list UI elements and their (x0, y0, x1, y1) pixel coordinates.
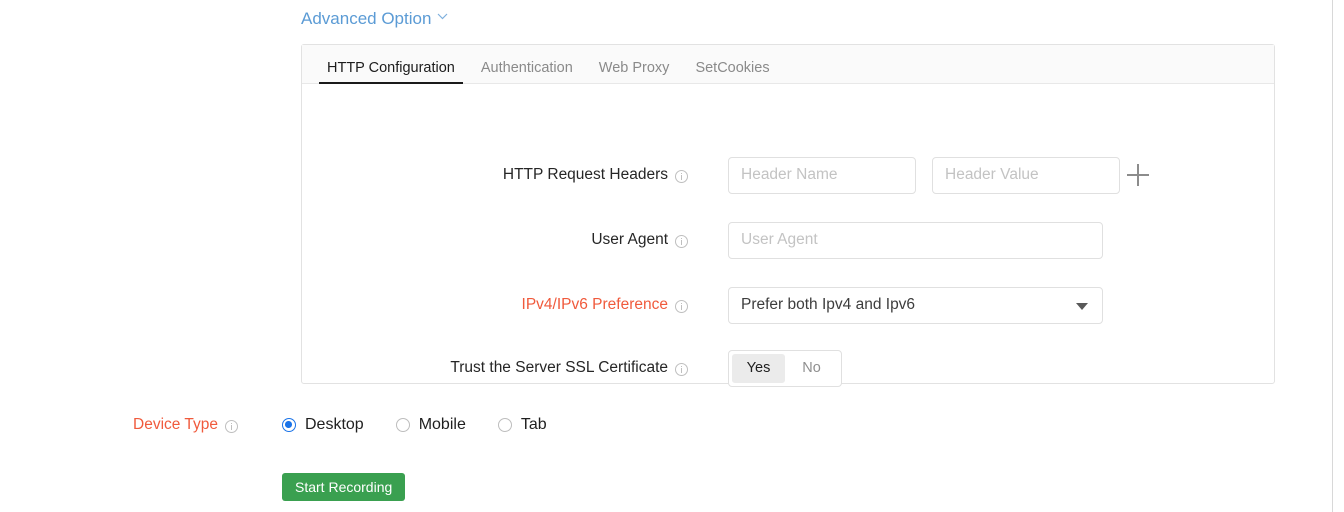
trust-ssl-toggle: Yes No (728, 350, 842, 387)
page-root: Advanced Option HTTP Configuration Authe… (0, 0, 1344, 512)
device-type-option-desktop[interactable]: Desktop (282, 416, 364, 434)
http-request-headers-row: HTTP Request Headers (302, 156, 1276, 194)
radio-icon (498, 418, 512, 432)
http-request-headers-label: HTTP Request Headers (503, 166, 688, 184)
tab-bar: HTTP Configuration Authentication Web Pr… (302, 45, 1274, 84)
device-type-row: Device Type Desktop Mobile Tab (0, 410, 1344, 440)
option-label: No (802, 360, 821, 376)
user-agent-row: User Agent (302, 221, 1276, 259)
label-text: Trust the Server SSL Certificate (450, 359, 668, 377)
panel-body: HTTP Request Headers User Agent IPv4/IPv… (302, 84, 1274, 383)
device-type-label: Device Type (133, 416, 238, 434)
tab-authentication[interactable]: Authentication (473, 60, 581, 83)
trust-ssl-no-option[interactable]: No (785, 354, 838, 383)
label-text: IPv4/IPv6 Preference (522, 296, 668, 314)
user-agent-input[interactable] (728, 222, 1103, 259)
tab-label: Web Proxy (599, 60, 670, 76)
info-icon[interactable] (675, 235, 688, 248)
info-icon[interactable] (225, 420, 238, 433)
advanced-option-panel: HTTP Configuration Authentication Web Pr… (301, 44, 1275, 384)
caret-down-icon (1076, 303, 1088, 310)
info-icon[interactable] (675, 170, 688, 183)
tab-label: Authentication (481, 60, 573, 76)
ip-preference-label: IPv4/IPv6 Preference (522, 296, 688, 314)
ip-preference-row: IPv4/IPv6 Preference Prefer both Ipv4 an… (302, 286, 1276, 324)
option-label: Desktop (305, 416, 364, 434)
option-label: Tab (521, 416, 547, 434)
info-icon[interactable] (675, 300, 688, 313)
ip-preference-selected-value: Prefer both Ipv4 and Ipv6 (741, 296, 915, 314)
advanced-option-label: Advanced Option (301, 8, 431, 30)
radio-icon (396, 418, 410, 432)
device-type-option-tab[interactable]: Tab (498, 416, 547, 434)
radio-icon (282, 418, 296, 432)
trust-ssl-row: Trust the Server SSL Certificate Yes No (302, 349, 1276, 387)
tab-label: HTTP Configuration (327, 60, 455, 76)
tab-label: SetCookies (695, 60, 769, 76)
tab-http-configuration[interactable]: HTTP Configuration (319, 60, 463, 83)
header-name-input[interactable] (728, 157, 916, 194)
label-text: User Agent (591, 231, 668, 249)
info-icon[interactable] (675, 363, 688, 376)
device-type-radio-group: Desktop Mobile Tab (282, 416, 579, 434)
chevron-down-icon (437, 11, 448, 22)
add-header-button[interactable] (1127, 164, 1149, 186)
header-value-input[interactable] (932, 157, 1120, 194)
option-label: Mobile (419, 416, 466, 434)
ip-preference-select[interactable]: Prefer both Ipv4 and Ipv6 (728, 287, 1103, 324)
user-agent-label: User Agent (591, 231, 688, 249)
tab-web-proxy[interactable]: Web Proxy (591, 60, 678, 83)
device-type-option-mobile[interactable]: Mobile (396, 416, 466, 434)
advanced-option-toggle[interactable]: Advanced Option (301, 8, 448, 30)
tab-setcookies[interactable]: SetCookies (687, 60, 777, 83)
start-recording-button[interactable]: Start Recording (282, 473, 405, 501)
option-label: Yes (747, 360, 771, 376)
trust-ssl-label: Trust the Server SSL Certificate (450, 359, 688, 377)
trust-ssl-yes-option[interactable]: Yes (732, 354, 785, 383)
label-text: Device Type (133, 416, 218, 434)
label-text: HTTP Request Headers (503, 166, 668, 184)
